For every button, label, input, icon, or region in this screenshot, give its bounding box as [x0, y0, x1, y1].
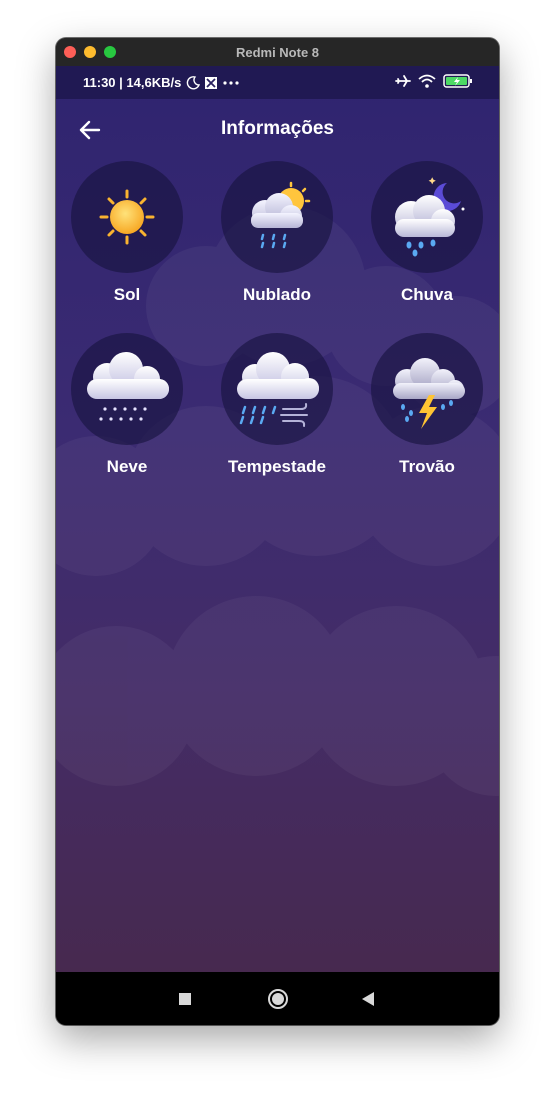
weather-item-neve[interactable]: Neve [62, 333, 192, 477]
battery-icon [443, 74, 472, 88]
close-window-button[interactable] [64, 46, 76, 58]
status-icons [395, 73, 473, 89]
weather-label: Nublado [243, 285, 311, 304]
window-title: Redmi Note 8 [235, 44, 320, 60]
window-controls [64, 46, 116, 58]
wifi-icon [418, 74, 436, 88]
icon-circle [71, 333, 183, 445]
icon-circle [371, 161, 483, 273]
weather-item-trovao[interactable]: Trovão [362, 333, 492, 477]
emulator-window: Redmi Note 8 11:30 | 14,6KB/s Informaçõe… [56, 38, 499, 1025]
weather-item-chuva[interactable]: Chuva [362, 161, 492, 305]
weather-label: Neve [106, 457, 148, 476]
weather-label: Sol [113, 285, 141, 304]
weather-item-nublado[interactable]: Nublado [212, 161, 342, 305]
icon-circle [221, 161, 333, 273]
icon-circle [221, 333, 333, 445]
weather-item-tempestade[interactable]: Tempestade [212, 333, 342, 477]
status-time: 11:30 | 14,6KB/s [83, 75, 182, 90]
recents-square-icon[interactable] [178, 992, 192, 1006]
app-notification-icon [205, 77, 217, 89]
maximize-window-button[interactable] [104, 46, 116, 58]
back-triangle-icon[interactable] [361, 991, 375, 1007]
app-header: Informações [56, 99, 499, 163]
airplane-icon [395, 75, 411, 87]
cloud-moon-rain-icon [395, 177, 465, 257]
window-titlebar: Redmi Note 8 [56, 38, 499, 66]
minimize-window-button[interactable] [84, 46, 96, 58]
weather-label: Tempestade [228, 457, 326, 476]
thunder-cloud-icon [393, 358, 465, 429]
android-nav-bar [56, 972, 499, 1025]
phone-screen: 11:30 | 14,6KB/s Informações Sol Nublado… [56, 66, 499, 972]
status-bar: 11:30 | 14,6KB/s [56, 66, 499, 99]
cloud-sun-rain-icon [251, 181, 311, 249]
icon-circle [371, 333, 483, 445]
weather-label: Chuva [401, 285, 453, 304]
home-circle-icon[interactable] [267, 988, 289, 1010]
weather-label: Trovão [399, 457, 455, 476]
more-icon [223, 81, 239, 85]
storm-wind-icon [237, 352, 319, 427]
icon-circle [71, 161, 183, 273]
sun-icon [99, 189, 155, 245]
moon-icon [186, 76, 200, 90]
page-title: Informações [221, 118, 334, 139]
weather-item-sol[interactable]: Sol [62, 161, 192, 305]
snow-cloud-icon [87, 352, 169, 421]
